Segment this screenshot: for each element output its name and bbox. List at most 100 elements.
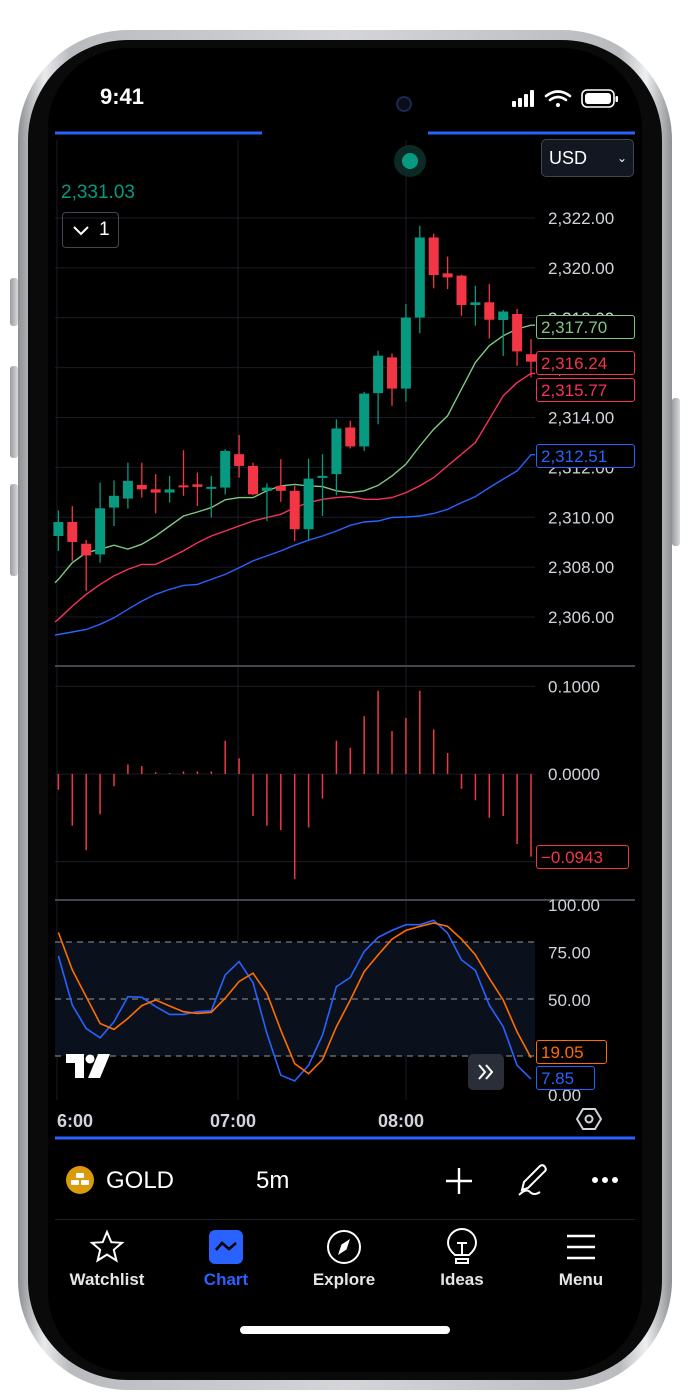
- candle: [53, 510, 64, 551]
- last-value: 2,331.03: [61, 182, 135, 203]
- candle-body: [331, 428, 342, 475]
- candle: [289, 485, 300, 541]
- chevron-down-icon: [73, 226, 89, 236]
- candle: [164, 475, 175, 503]
- candle-body: [387, 357, 397, 389]
- currency-select[interactable]: USD ⌄: [541, 139, 634, 177]
- candle-body: [81, 543, 92, 556]
- add-plus-icon[interactable]: [444, 1166, 474, 1196]
- gold-symbol-icon: [66, 1166, 94, 1194]
- candle: [150, 474, 161, 514]
- candle-body: [261, 487, 272, 491]
- market-status-indicator[interactable]: [394, 145, 426, 177]
- candle: [303, 458, 314, 540]
- last-price-label: 2,316.24: [536, 351, 635, 375]
- lightbulb-icon: [446, 1228, 478, 1264]
- chart-canvas[interactable]: 2,322.002,320.002,318.002,316.002,314.00…: [0, 0, 700, 1400]
- candle-body: [109, 495, 119, 508]
- stoch-axis-tick: 75.00: [548, 944, 591, 963]
- candle: [81, 539, 92, 592]
- chevron-down-icon: ⌄: [616, 151, 627, 165]
- candle-body: [317, 475, 328, 478]
- candle-body: [498, 311, 509, 321]
- candle-body: [206, 486, 217, 489]
- tab-label: Chart: [203, 1270, 249, 1289]
- tradingview-logo: [66, 1054, 110, 1078]
- candle-body: [345, 427, 356, 447]
- candle-body: [53, 522, 64, 536]
- candle: [512, 309, 523, 366]
- candle-body: [248, 465, 258, 495]
- candle: [470, 285, 481, 326]
- star-icon: [89, 1229, 125, 1263]
- candle: [67, 506, 78, 561]
- price-axis-tick: 2,322.00: [548, 209, 614, 228]
- more-options-icon[interactable]: [590, 1174, 622, 1186]
- stoch-k-value-label: 7.85: [536, 1066, 595, 1090]
- drawing-pencil-icon[interactable]: [516, 1162, 550, 1198]
- candle: [95, 482, 106, 563]
- candle-body: [512, 314, 523, 352]
- candle-body: [526, 354, 536, 362]
- candle-body: [456, 275, 467, 306]
- candle: [275, 459, 286, 502]
- candle-body: [234, 454, 245, 466]
- tab-menu[interactable]: Menu: [526, 1228, 636, 1290]
- candle-body: [178, 485, 189, 488]
- chart-icon: [209, 1230, 243, 1264]
- candle-body: [303, 478, 314, 530]
- price-axis-tick: 2,320.00: [548, 259, 614, 278]
- tab-ideas[interactable]: Ideas: [407, 1228, 517, 1290]
- candle: [498, 310, 509, 356]
- candle: [387, 353, 397, 406]
- candle-body: [220, 450, 231, 488]
- candle-body: [95, 508, 106, 555]
- compass-icon: [327, 1230, 361, 1264]
- candle-body: [67, 522, 78, 542]
- chart-settings-icon[interactable]: [576, 1106, 602, 1132]
- indicator-count: 1: [99, 219, 110, 240]
- candle-body: [373, 355, 384, 394]
- tab-explore[interactable]: Explore: [289, 1228, 399, 1290]
- candle: [456, 274, 467, 316]
- indicators-collapse-button[interactable]: 1: [62, 212, 119, 248]
- candle: [234, 434, 245, 478]
- candle: [331, 419, 342, 496]
- symbol-button[interactable]: GOLD: [106, 1167, 174, 1195]
- home-indicator[interactable]: [240, 1326, 450, 1334]
- stoch-axis-tick: 100.00: [548, 896, 600, 915]
- candle: [373, 350, 384, 425]
- candle: [109, 480, 119, 527]
- candle-body: [192, 484, 203, 487]
- scroll-to-realtime-button[interactable]: [468, 1054, 504, 1090]
- tab-label: Explore: [312, 1270, 376, 1289]
- candle-body: [400, 317, 411, 389]
- candle: [178, 450, 189, 496]
- ma-fast-value-label: 2,317.70: [536, 315, 635, 339]
- price-axis-tick: 2,314.00: [548, 409, 614, 428]
- market-open-dot-icon: [402, 153, 418, 169]
- candle-body: [414, 237, 425, 318]
- tab-label: Watchlist: [69, 1270, 145, 1289]
- candle: [345, 420, 356, 449]
- candle: [122, 462, 133, 509]
- candle: [428, 233, 439, 289]
- ma-slow-value-label: 2,312.51: [536, 444, 635, 468]
- tab-chart[interactable]: Chart: [171, 1228, 281, 1290]
- candle-body: [470, 302, 481, 306]
- histogram-axis-tick: 0.1000: [548, 677, 600, 696]
- candle: [220, 449, 231, 495]
- candle-body: [289, 490, 300, 530]
- candle: [359, 391, 370, 451]
- time-axis-tick: 07:00: [210, 1111, 256, 1131]
- price-axis-tick: 2,308.00: [548, 558, 614, 577]
- double-chevron-right-icon: [478, 1064, 494, 1080]
- candle: [442, 256, 453, 290]
- interval-button[interactable]: 5m: [256, 1167, 289, 1195]
- price-axis-tick: 2,310.00: [548, 508, 614, 527]
- time-axis-tick: 6:00: [57, 1111, 93, 1131]
- tab-watchlist[interactable]: Watchlist: [52, 1228, 162, 1290]
- time-axis-tick: 08:00: [378, 1111, 424, 1131]
- candle-body: [164, 489, 175, 493]
- candle-body: [136, 484, 147, 490]
